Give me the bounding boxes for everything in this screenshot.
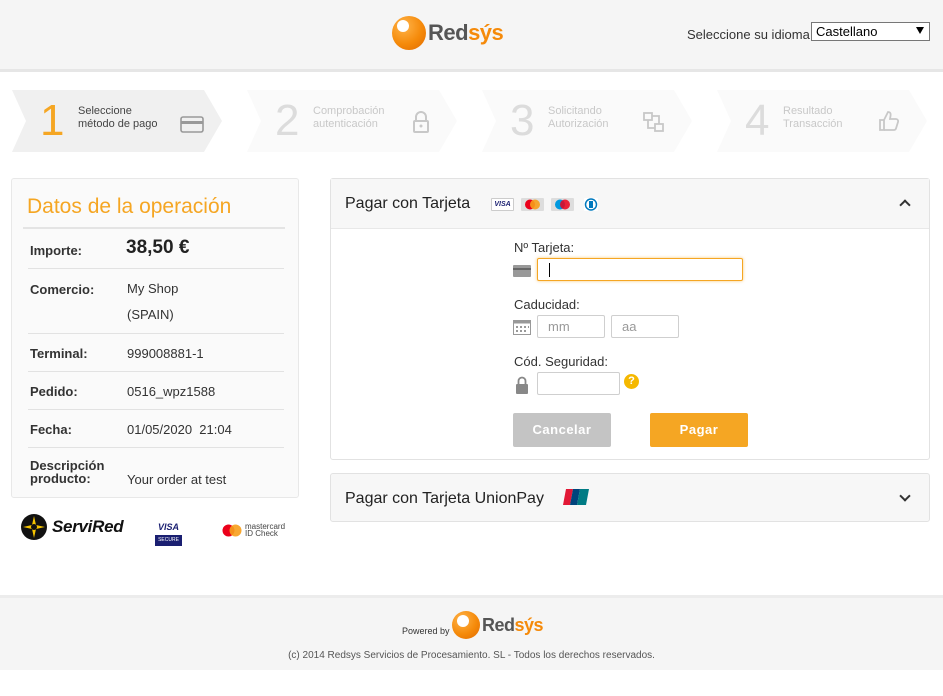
step-number: 2 bbox=[275, 96, 300, 145]
cvv-label: Cód. Seguridad: bbox=[514, 354, 608, 369]
unionpay-title: Pagar con Tarjeta UnionPay bbox=[345, 490, 544, 507]
cancel-button[interactable]: Cancelar bbox=[513, 413, 611, 447]
step-4: 4 Resultado Transacción bbox=[717, 90, 927, 152]
redsys-footer-logo: Redsýs bbox=[452, 611, 544, 639]
maestro-icon bbox=[551, 198, 574, 211]
step-1: 1 Seleccione método de pago bbox=[12, 90, 222, 152]
servired-logo: ServiRed bbox=[20, 513, 124, 541]
card-number-label: Nº Tarjeta: bbox=[514, 240, 575, 255]
padlock-icon bbox=[516, 376, 528, 394]
row-comercio: Comercio: My Shop (SPAIN) bbox=[28, 269, 284, 334]
collapse-chevron-up-icon[interactable] bbox=[899, 199, 911, 211]
card-payment-title: Pagar con Tarjeta bbox=[345, 195, 471, 212]
step-number: 4 bbox=[745, 96, 770, 145]
step-label: Solicitando Autorización bbox=[548, 105, 609, 130]
operation-panel: Datos de la operación Importe: 38,50 € C… bbox=[11, 178, 299, 498]
step-2: 2 Comprobación autenticación bbox=[247, 90, 457, 152]
expand-chevron-down-icon[interactable] bbox=[899, 490, 911, 502]
mastercard-icon bbox=[521, 198, 544, 211]
row-fecha: Fecha: 01/05/2020 21:04 bbox=[28, 410, 284, 448]
operation-title: Datos de la operación bbox=[27, 195, 232, 218]
unionpay-icon bbox=[563, 489, 589, 505]
lock-icon bbox=[413, 111, 429, 133]
pay-button[interactable]: Pagar bbox=[650, 413, 748, 447]
visa-icon: VISA bbox=[491, 198, 514, 211]
step-label: Seleccione método de pago bbox=[78, 105, 158, 130]
progress-steps: 1 Seleccione método de pago 2 Comprobació… bbox=[12, 90, 942, 152]
servired-star-icon bbox=[21, 514, 47, 540]
help-icon[interactable]: ? bbox=[624, 374, 639, 389]
row-descripcion: Descripción producto: Your order at test bbox=[30, 458, 227, 487]
mastercard-id-check-logo: mastercard ID Check bbox=[222, 523, 285, 538]
row-pedido: Pedido: 0516_wpz1588 bbox=[28, 372, 284, 410]
redsys-ball-icon bbox=[392, 16, 426, 50]
card-field-icon bbox=[513, 265, 531, 277]
language-label: Seleccione su idioma bbox=[687, 27, 810, 42]
mastercard-circles-icon bbox=[222, 524, 242, 536]
copyright: (c) 2014 Redsys Servicios de Procesamien… bbox=[288, 650, 655, 661]
expiry-month-input[interactable]: mm bbox=[537, 315, 605, 338]
row-terminal: Terminal: 999008881-1 bbox=[28, 334, 284, 372]
step-label: Resultado Transacción bbox=[783, 105, 843, 130]
card-payment-panel: Pagar con Tarjeta VISA Nº Tarjeta: Caduc… bbox=[330, 178, 930, 460]
unionpay-panel[interactable]: Pagar con Tarjeta UnionPay bbox=[330, 473, 930, 522]
expiry-year-input[interactable]: aa bbox=[611, 315, 679, 338]
redsys-logo: Redsýs bbox=[392, 16, 504, 50]
powered-by-label: Powered by bbox=[402, 626, 450, 636]
cvv-input[interactable] bbox=[537, 372, 620, 395]
divider bbox=[23, 227, 285, 229]
step-number: 1 bbox=[40, 96, 65, 145]
card-number-input[interactable] bbox=[537, 258, 743, 281]
amount: 38,50 € bbox=[126, 237, 190, 258]
visa-secure-logo: VISA SECURE bbox=[155, 522, 182, 548]
step-number: 3 bbox=[510, 96, 535, 145]
expiry-label: Caducidad: bbox=[514, 297, 580, 312]
language-select[interactable]: Castellano bbox=[811, 22, 930, 41]
row-importe: Importe: 38,50 € bbox=[28, 231, 284, 269]
step-label: Comprobación autenticación bbox=[313, 105, 385, 130]
exchange-icon bbox=[643, 112, 664, 132]
dropdown-arrow-icon bbox=[916, 27, 924, 34]
calendar-icon bbox=[513, 320, 531, 335]
step-3: 3 Solicitando Autorización bbox=[482, 90, 692, 152]
language-selected: Castellano bbox=[816, 24, 878, 39]
card-icon bbox=[180, 116, 204, 133]
thumbs-up-icon bbox=[879, 111, 900, 131]
text-cursor bbox=[549, 263, 550, 277]
redsys-ball-icon bbox=[452, 611, 480, 639]
card-payment-header[interactable]: Pagar con Tarjeta VISA bbox=[331, 179, 929, 229]
diners-icon bbox=[584, 198, 598, 211]
